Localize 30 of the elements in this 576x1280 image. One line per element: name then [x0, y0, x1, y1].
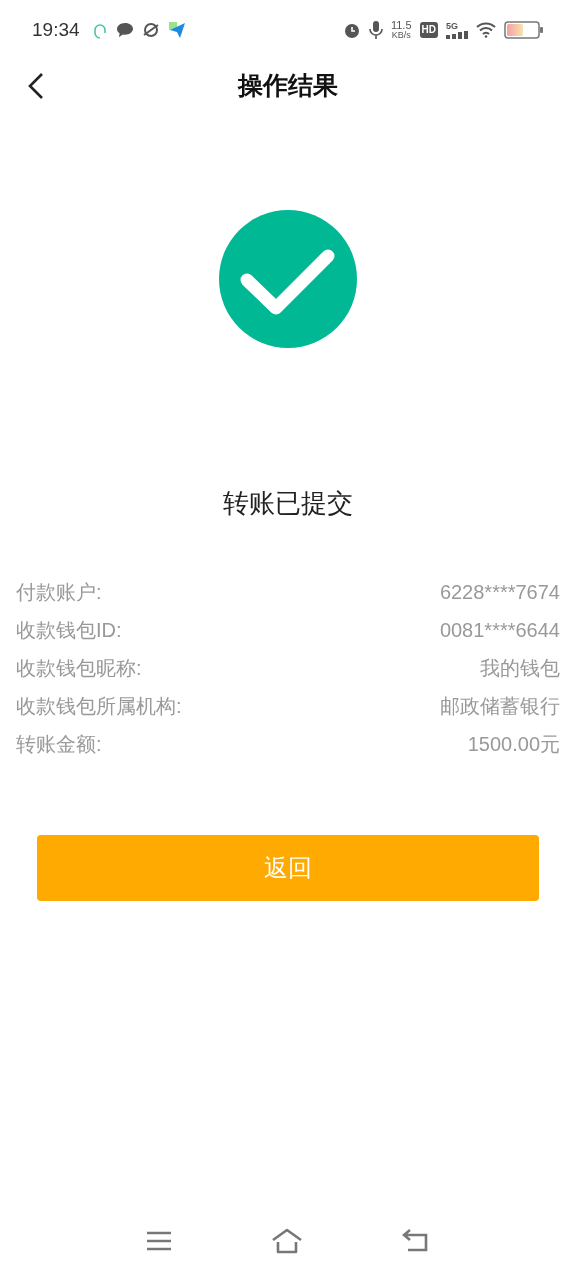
home-icon[interactable] — [271, 1228, 303, 1254]
microphone-icon — [368, 20, 383, 40]
detail-value: 0081****6644 — [439, 618, 560, 643]
page-title: 操作结果 — [238, 70, 338, 102]
success-check-icon — [219, 210, 357, 348]
result-message: 转账已提交 — [223, 487, 353, 520]
wifi-icon — [476, 22, 496, 38]
status-time: 19:34 — [32, 17, 80, 42]
network-speed-unit: KB/s — [391, 31, 411, 40]
detail-value: 6228****7674 — [439, 580, 560, 605]
menu-icon[interactable] — [146, 1230, 172, 1252]
detail-label: 转账金额: — [16, 732, 102, 757]
detail-value: 1500.00元 — [467, 732, 560, 757]
signal-icon — [446, 30, 468, 39]
back-icon[interactable] — [402, 1229, 430, 1253]
battery-icon — [504, 21, 544, 39]
return-button[interactable]: 返回 — [37, 835, 539, 901]
detail-label: 付款账户: — [16, 580, 102, 605]
back-chevron-icon[interactable] — [27, 72, 45, 100]
detail-value: 邮政储蓄银行 — [440, 694, 560, 719]
detail-label: 收款钱包ID: — [16, 618, 122, 643]
detail-label: 收款钱包所属机构: — [16, 694, 182, 719]
detail-value: 我的钱包 — [480, 656, 560, 681]
alarm-icon — [342, 21, 361, 39]
network-speed: 11.5 — [390, 20, 412, 31]
chat-bubble-icon — [115, 22, 134, 38]
paper-plane-icon — [167, 21, 186, 39]
hd-badge: HD — [419, 22, 438, 38]
network-type: 5G — [446, 21, 458, 31]
detail-label: 收款钱包昵称: — [16, 656, 142, 681]
